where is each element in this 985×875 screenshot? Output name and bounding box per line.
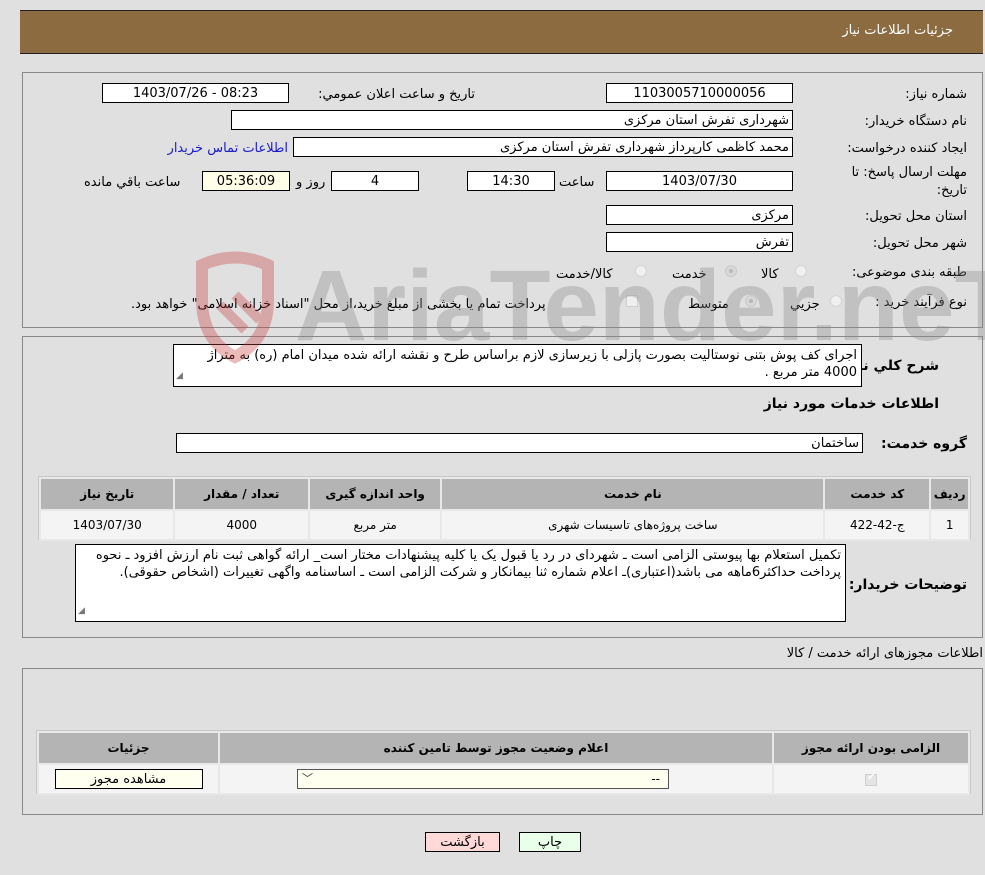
buyer-notes-text: تکمیل استعلام بها پیوستی الزامی است ـ شه… [95,548,841,580]
need-number-field: 1103005710000056 [606,83,793,103]
permits-section-title: اطلاعات مجوزهای ارائه خدمت / کالا [786,646,983,661]
cell-service-name: ساخت پروژه‌های تاسیسات شهری [440,509,826,541]
permit-status-value: -- [651,772,660,786]
announce-datetime-field: 1403/07/26 - 08:23 [102,83,289,103]
buyer-notes-textarea[interactable]: تکمیل استعلام بها پیوستی الزامی است ـ شه… [75,544,846,622]
time-remaining-label: ساعت باقي مانده [84,175,181,190]
category-radio-goods-service[interactable] [635,265,647,277]
chevron-down-icon: ﹀ [302,772,313,785]
delivery-province-field: مرکزی [606,205,793,225]
page-header: جزئیات اطلاعات نیاز [20,10,983,54]
buyer-org-label: نام دستگاه خریدار: [864,114,967,129]
need-number-label: شماره نیاز: [905,87,967,102]
print-button[interactable]: چاپ [519,832,581,852]
col-permit-required: الزامی بودن ارائه مجوز [772,731,970,765]
days-remaining-field: 4 [331,171,419,191]
delivery-province-label: استان محل تحویل: [865,209,967,224]
purchase-radio-medium[interactable] [745,295,757,307]
category-option-goods-service: کالا/خدمت [556,267,613,282]
requester-field: محمد کاظمی کارپرداز شهرداری تفرش استان م… [293,137,793,157]
col-row-number: ردیف [929,477,970,511]
table-row: 1 ج-42-422 ساخت پروژه‌های تاسیسات شهری م… [38,509,970,541]
buyer-notes-label: توضیحات خریدار: [848,577,967,593]
check-icon: ✔ [867,771,876,783]
col-service-name: نام خدمت [440,477,826,511]
deadline-date-field: 1403/07/30 [606,171,793,191]
permits-table-wrap: الزامی بودن ارائه مجوز اعلام وضعیت مجوز … [36,730,971,795]
col-quantity: تعداد / مقدار [173,477,310,511]
deadline-time-label: ساعت [559,175,595,190]
category-radio-goods[interactable] [795,265,807,277]
col-permit-details: جزئیات [37,731,220,765]
permits-table-header: الزامی بودن ارائه مجوز اعلام وضعیت مجوز … [37,731,970,765]
treasury-checkbox-label: پرداخت تمام یا بخشی از مبلغ خرید،از محل … [131,297,546,312]
description-text: اجرای کف پوش بتنی نوستالیت بصورت پازلی ب… [207,348,857,380]
resize-grip-icon[interactable]: ◢ [78,603,85,620]
purchase-type-label: نوع فرآیند خرید : [875,295,967,310]
category-label: طبقه بندی موضوعی: [851,265,967,280]
services-table-wrap: ردیف کد خدمت نام خدمت واحد اندازه گیری ت… [38,476,971,541]
col-need-date: تاریخ نیاز [38,477,176,511]
col-service-code: کد خدمت [823,477,932,511]
days-label: روز و [296,175,326,190]
category-radio-service[interactable] [725,265,737,277]
deadline-time-field: 14:30 [467,171,555,191]
service-group-label: گروه خدمت: [881,436,967,452]
category-option-goods: کالا [761,267,779,282]
services-table-header: ردیف کد خدمت نام خدمت واحد اندازه گیری ت… [38,477,970,511]
page-title: جزئیات اطلاعات نیاز [842,23,953,38]
cell-need-date: 1403/07/30 [38,509,176,541]
deadline-label: مهلت ارسال پاسخ: تا تاریخ: [851,165,967,198]
purchase-radio-minor[interactable] [830,295,842,307]
cell-service-code: ج-42-422 [823,509,932,541]
cell-quantity: 4000 [173,509,310,541]
time-remaining-field: 05:36:09 [202,171,290,191]
purchase-option-medium: متوسط [688,297,729,312]
permits-table: الزامی بودن ارائه مجوز اعلام وضعیت مجوز … [37,731,970,795]
cell-permit-details: مشاهده مجوز [37,763,220,795]
delivery-city-field: تفرش [606,232,793,252]
services-table: ردیف کد خدمت نام خدمت واحد اندازه گیری ت… [38,477,970,541]
col-permit-status: اعلام وضعیت مجوز توسط تامین کننده [218,731,774,765]
col-unit: واحد اندازه گیری [307,477,443,511]
announce-datetime-label: تاریخ و ساعت اعلان عمومي: [318,87,475,102]
view-permit-button[interactable]: مشاهده مجوز [54,769,203,789]
permit-status-select[interactable]: -- ﹀ [297,769,669,789]
resize-grip-icon[interactable]: ◢ [176,368,183,385]
table-row: ✔ -- ﹀ مشاهده مجوز [37,763,970,795]
back-button[interactable]: بازگشت [425,832,500,852]
delivery-city-label: شهر محل تحویل: [872,236,967,251]
treasury-checkbox[interactable] [626,295,638,307]
cell-unit: متر مربع [307,509,443,541]
cell-permit-status: -- ﹀ [218,763,774,795]
buyer-contact-link[interactable]: اطلاعات تماس خریدار [168,141,288,156]
category-option-service: خدمت [672,267,707,282]
description-textarea[interactable]: اجرای کف پوش بتنی نوستالیت بصورت پازلی ب… [173,344,862,387]
purchase-option-minor: جزيي [790,297,820,312]
cell-permit-required: ✔ [772,763,970,795]
permit-required-checkbox: ✔ [865,771,877,786]
service-group-field: ساختمان [176,433,863,453]
buyer-org-field: شهرداری تفرش استان مرکزی [231,110,793,130]
requester-label: ایجاد کننده درخواست: [847,141,967,156]
services-section-title: اطلاعات خدمات مورد نیاز [763,396,939,412]
cell-row-number: 1 [929,509,970,541]
